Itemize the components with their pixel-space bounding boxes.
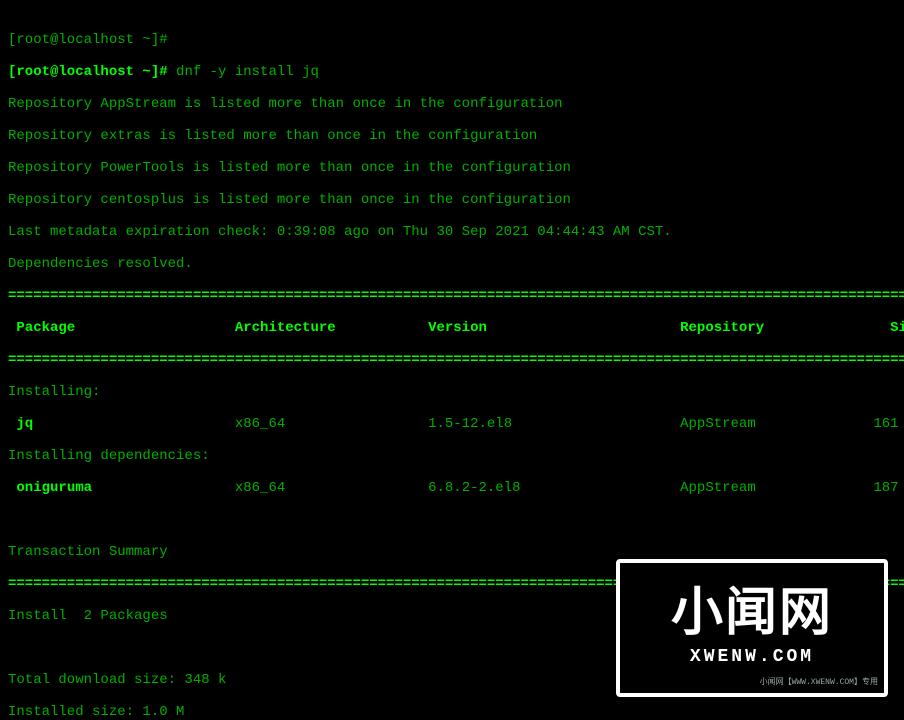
section-label: Transaction Summary <box>8 544 896 560</box>
watermark-cn: 小闻网 <box>671 591 833 643</box>
section-label: Installing: <box>8 384 896 400</box>
table-row: jq x86_64 1.5-12.el8 AppStream 161 k <box>8 416 896 432</box>
table-row: oniguruma x86_64 6.8.2-2.el8 AppStream 1… <box>8 480 896 496</box>
line: Installed size: 1.0 M <box>8 704 896 720</box>
watermark-overlay: 小闻网 XWENW.COM 小闻网【WWW.XWENW.COM】专用 <box>616 559 888 697</box>
line: Repository PowerTools is listed more tha… <box>8 160 896 176</box>
prompt: [root@localhost ~]# dnf -y install jq <box>8 64 896 80</box>
line: Dependencies resolved. <box>8 256 896 272</box>
section-label: Installing dependencies: <box>8 448 896 464</box>
line: Last metadata expiration check: 0:39:08 … <box>8 224 896 240</box>
line: Repository centosplus is listed more tha… <box>8 192 896 208</box>
watermark-small: 小闻网【WWW.XWENW.COM】专用 <box>760 675 878 691</box>
line: [root@localhost ~]# <box>8 32 896 48</box>
divider: ========================================… <box>8 352 896 368</box>
watermark-en: XWENW.COM <box>690 649 814 665</box>
table-header: Package Architecture Version Repository … <box>8 320 896 336</box>
line: Repository extras is listed more than on… <box>8 128 896 144</box>
line: Repository AppStream is listed more than… <box>8 96 896 112</box>
divider: ========================================… <box>8 288 896 304</box>
blank <box>8 512 896 528</box>
